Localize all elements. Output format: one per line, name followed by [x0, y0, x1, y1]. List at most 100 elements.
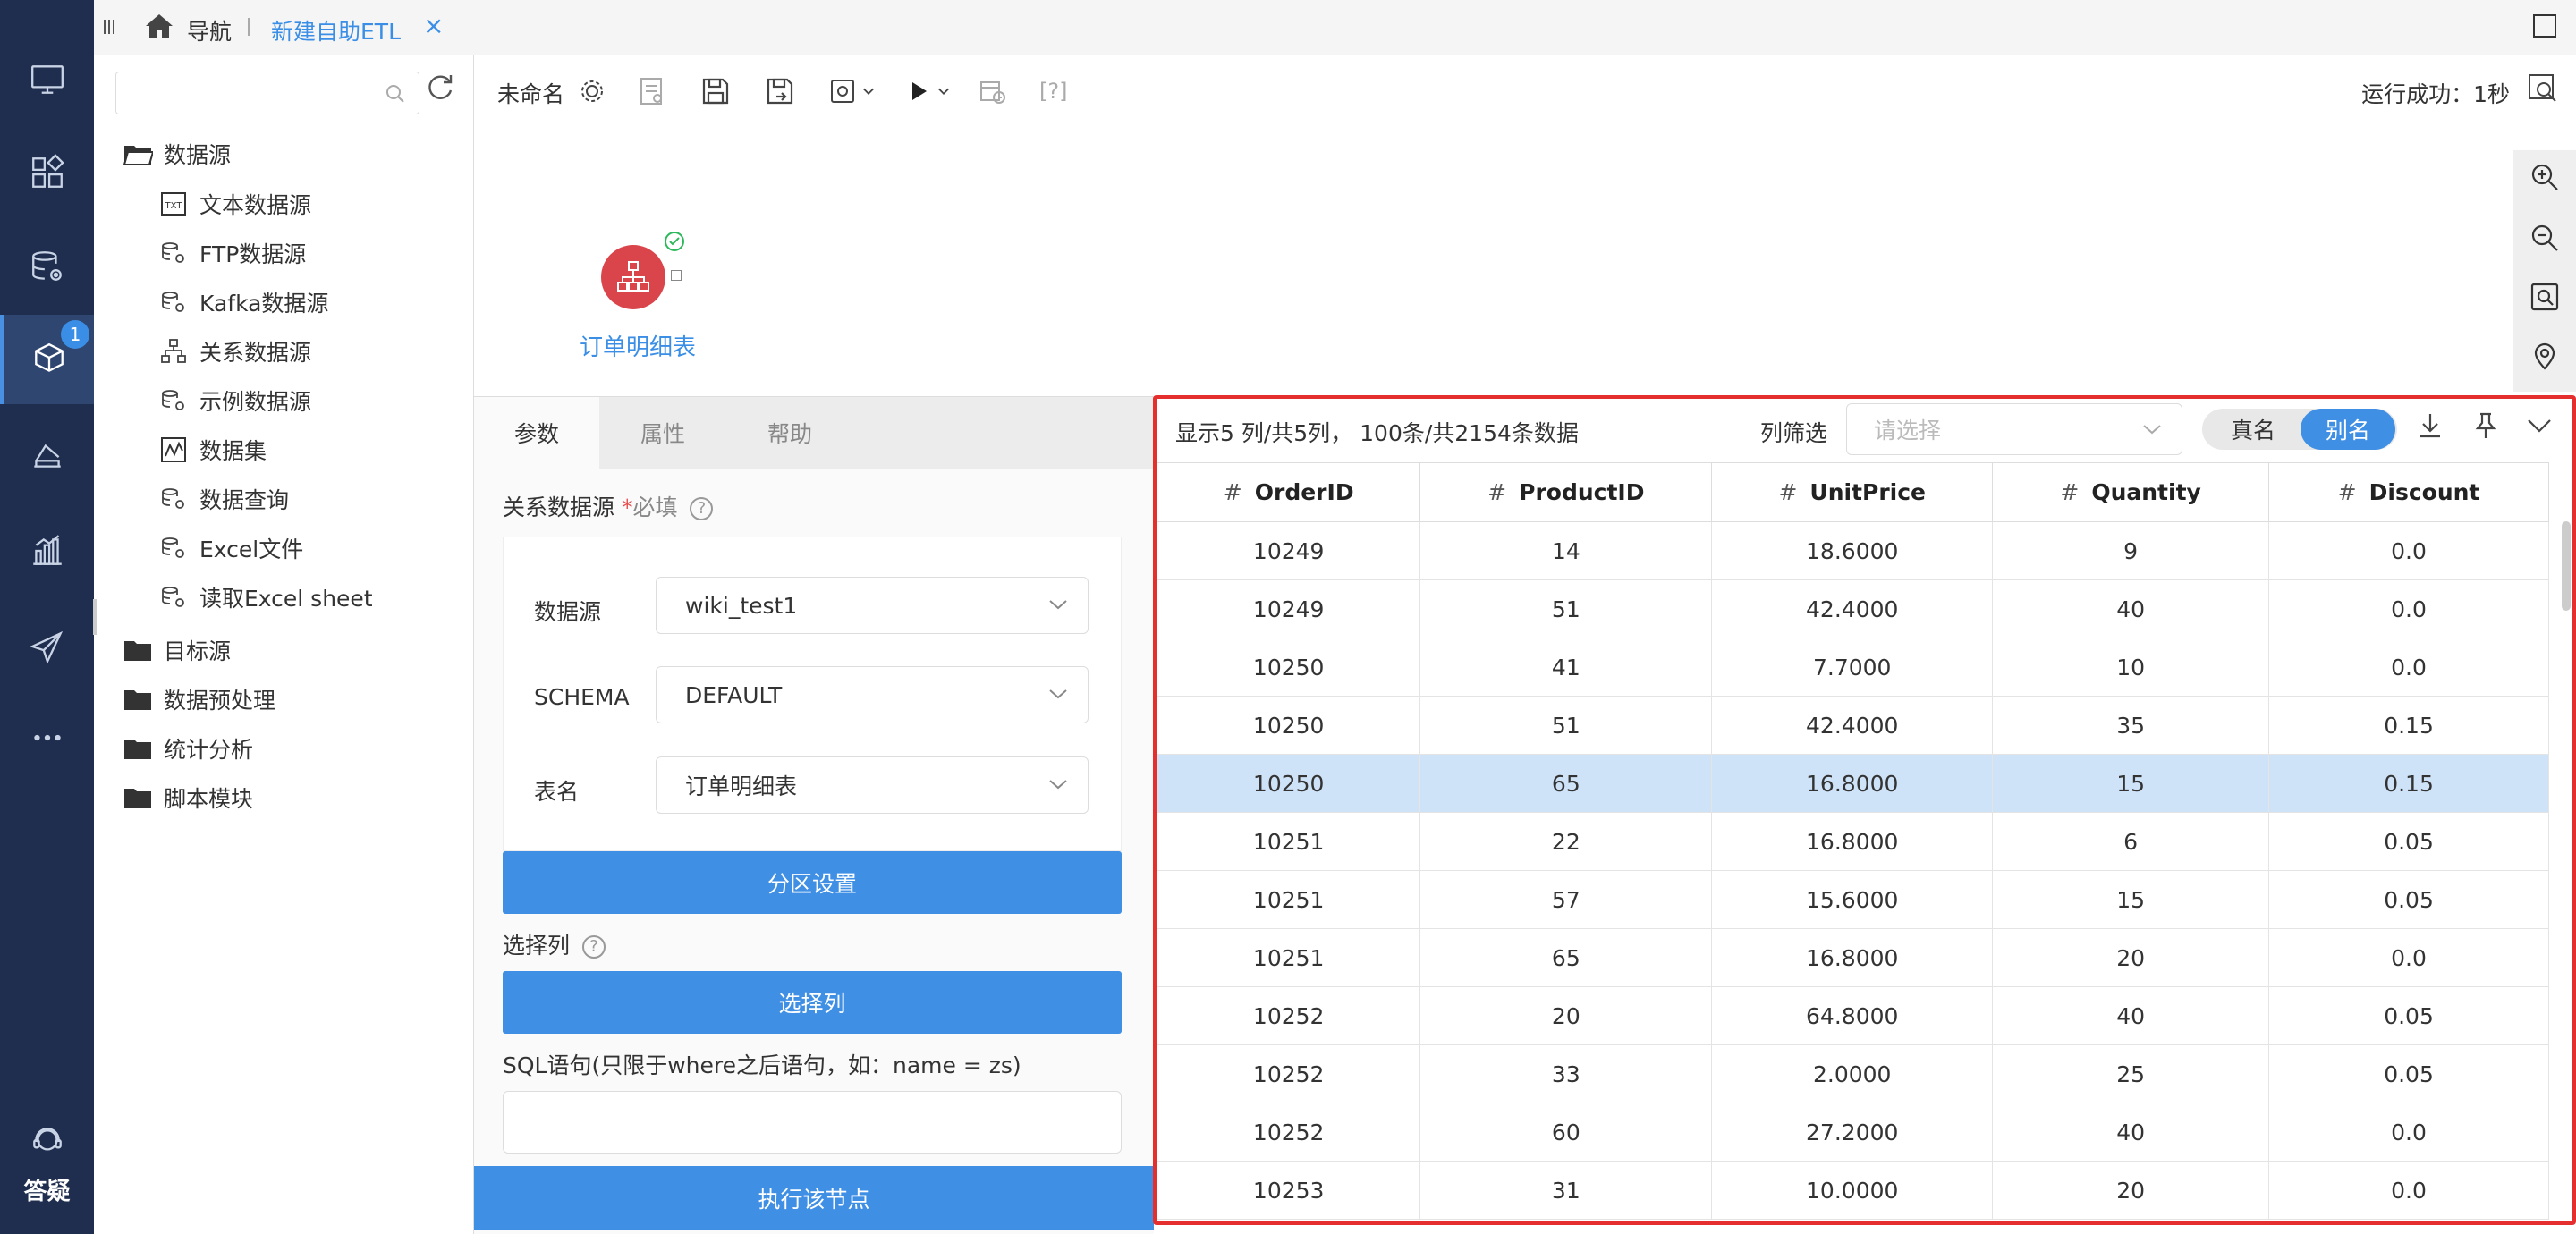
schema-select[interactable]: DEFAULT [656, 666, 1089, 723]
params-tabs: 参数 属性 帮助 [474, 397, 1154, 469]
column-header[interactable]: # Discount [2268, 462, 2549, 522]
zoom-out-icon[interactable] [2529, 222, 2561, 254]
column-header[interactable]: # UnitPrice [1711, 462, 1994, 522]
folder-script[interactable]: 脚本模块 [123, 782, 253, 814]
select-columns-label-text: 选择列 [503, 933, 571, 959]
flow-canvas[interactable]: 订单明细表 [474, 127, 2576, 395]
column-filter-select[interactable]: 请选择 [1846, 403, 2182, 455]
locate-icon[interactable] [2529, 340, 2561, 372]
tree-item-ftp-source[interactable]: FTP数据源 [158, 237, 306, 269]
schedule-icon[interactable] [977, 73, 1009, 109]
table-row[interactable]: 10249 14 18.6000 9 0.0 [1157, 521, 2549, 580]
collapse-chevron-icon[interactable] [2524, 410, 2555, 441]
tree-label: FTP数据源 [199, 241, 307, 267]
toggle-alias[interactable]: 别名 [2301, 409, 2395, 450]
tree-item-excel-sheet[interactable]: 读取Excel sheet [158, 581, 373, 613]
table-row[interactable]: 10249 51 42.4000 40 0.0 [1157, 579, 2549, 638]
required-text: 必填 [632, 494, 678, 520]
monitor-icon[interactable] [0, 50, 94, 109]
dashboard-icon[interactable] [0, 143, 94, 202]
folder-open-icon [123, 140, 153, 167]
chevron-down-icon[interactable] [936, 75, 952, 107]
table-cell: 22 [1419, 812, 1713, 871]
tab-properties[interactable]: 属性 [599, 397, 726, 469]
search-icon[interactable] [385, 83, 406, 105]
flow-settings-icon[interactable] [576, 73, 608, 109]
nav-tab[interactable]: 导航 [187, 14, 232, 46]
help-circle-icon[interactable]: ? [690, 497, 714, 520]
tree-item-data-query[interactable]: 数据查询 [158, 483, 289, 515]
tree-search-input[interactable] [115, 72, 419, 114]
analysis-icon[interactable] [0, 426, 94, 485]
column-header[interactable]: # Quantity [1992, 462, 2270, 522]
node-output-port[interactable] [671, 270, 682, 281]
bar-chart-icon[interactable] [0, 521, 94, 580]
table-node[interactable] [601, 245, 665, 309]
tree-label: 文本数据源 [199, 192, 312, 218]
more-icon[interactable] [0, 708, 94, 767]
table-row[interactable]: 10252 60 27.2000 40 0.0 [1157, 1103, 2549, 1162]
help-button[interactable]: [?] [1039, 73, 1067, 109]
download-icon[interactable] [2415, 410, 2445, 441]
close-tab-icon[interactable]: × [423, 11, 444, 40]
tree-item-kafka-source[interactable]: Kafka数据源 [158, 286, 328, 318]
folder-statistics[interactable]: 统计分析 [123, 732, 253, 765]
column-header[interactable]: # OrderID [1157, 462, 1421, 522]
partition-settings-button[interactable]: 分区设置 [503, 851, 1122, 914]
node-label[interactable]: 订单明细表 [580, 329, 696, 362]
send-icon[interactable] [0, 617, 94, 676]
table-row[interactable]: 10252 20 64.8000 40 0.05 [1157, 986, 2549, 1045]
tab-etl[interactable]: 新建自助ETL [271, 14, 401, 46]
run-icon[interactable] [903, 73, 952, 109]
table-scrollbar[interactable] [2562, 521, 2571, 611]
maximize-icon[interactable] [2533, 14, 2556, 38]
flow-name[interactable]: 未命名 [497, 77, 564, 109]
save-as-icon[interactable] [764, 73, 796, 109]
tree-item-excel-file[interactable]: Excel文件 [158, 532, 303, 564]
refresh-icon[interactable] [425, 72, 455, 102]
table-row[interactable]: 10250 41 7.7000 10 0.0 [1157, 638, 2549, 697]
table-row[interactable]: 10250 65 16.8000 15 0.15 [1157, 754, 2549, 813]
node-settings-icon[interactable] [828, 73, 877, 109]
help-circle-icon[interactable]: ? [581, 935, 606, 959]
home-icon[interactable] [144, 13, 174, 39]
select-columns-button[interactable]: 选择列 [503, 971, 1122, 1034]
datasource-select[interactable]: wiki_test1 [656, 577, 1089, 634]
table-row[interactable]: 10251 57 15.6000 15 0.05 [1157, 870, 2549, 929]
grip-icon[interactable] [103, 18, 115, 36]
table-row[interactable]: 10252 33 2.0000 25 0.05 [1157, 1044, 2549, 1103]
execute-node-button[interactable]: 执行该节点 [474, 1166, 1154, 1230]
save-icon[interactable] [699, 73, 732, 109]
tree-item-text-source[interactable]: TXT 文本数据源 [158, 188, 311, 220]
sidebar-splitter[interactable] [93, 599, 97, 635]
tab-help[interactable]: 帮助 [726, 397, 853, 469]
tree-item-dataset[interactable]: 数据集 [158, 434, 267, 466]
folder-datasource[interactable]: 数据源 [123, 138, 231, 170]
run-detail-icon[interactable] [2526, 72, 2560, 106]
support-icon[interactable] [0, 1112, 94, 1171]
log-icon[interactable] [635, 73, 667, 109]
table-select[interactable]: 订单明细表 [656, 756, 1089, 814]
table-cell: 16.8000 [1711, 754, 1994, 813]
zoom-in-icon[interactable] [2529, 161, 2561, 193]
database-settings-icon[interactable] [0, 237, 94, 296]
support-label[interactable]: 答疑 [0, 1173, 94, 1206]
tab-params[interactable]: 参数 [474, 397, 599, 469]
fit-view-icon[interactable] [2529, 281, 2561, 313]
tree-item-relational-source[interactable]: 关系数据源 [158, 335, 311, 368]
chevron-down-icon[interactable] [860, 75, 877, 107]
folder-preprocess[interactable]: 数据预处理 [123, 683, 275, 715]
tree-item-sample-source[interactable]: 示例数据源 [158, 385, 311, 417]
table-cell: 0.0 [2268, 521, 2549, 580]
folder-target[interactable]: 目标源 [123, 634, 231, 666]
table-row[interactable]: 10250 51 42.4000 35 0.15 [1157, 696, 2549, 755]
toggle-real-name[interactable]: 真名 [2206, 409, 2301, 450]
table-row[interactable]: 10253 31 10.0000 20 0.0 [1157, 1161, 2549, 1220]
etl-module-icon[interactable]: 1 [0, 315, 94, 404]
pin-icon[interactable] [2470, 410, 2501, 441]
sql-input[interactable] [503, 1091, 1122, 1154]
column-header[interactable]: # ProductID [1419, 462, 1713, 522]
table-row[interactable]: 10251 65 16.8000 20 0.0 [1157, 928, 2549, 987]
table-row[interactable]: 10251 22 16.8000 6 0.05 [1157, 812, 2549, 871]
name-mode-toggle[interactable]: 真名 别名 [2202, 409, 2397, 450]
